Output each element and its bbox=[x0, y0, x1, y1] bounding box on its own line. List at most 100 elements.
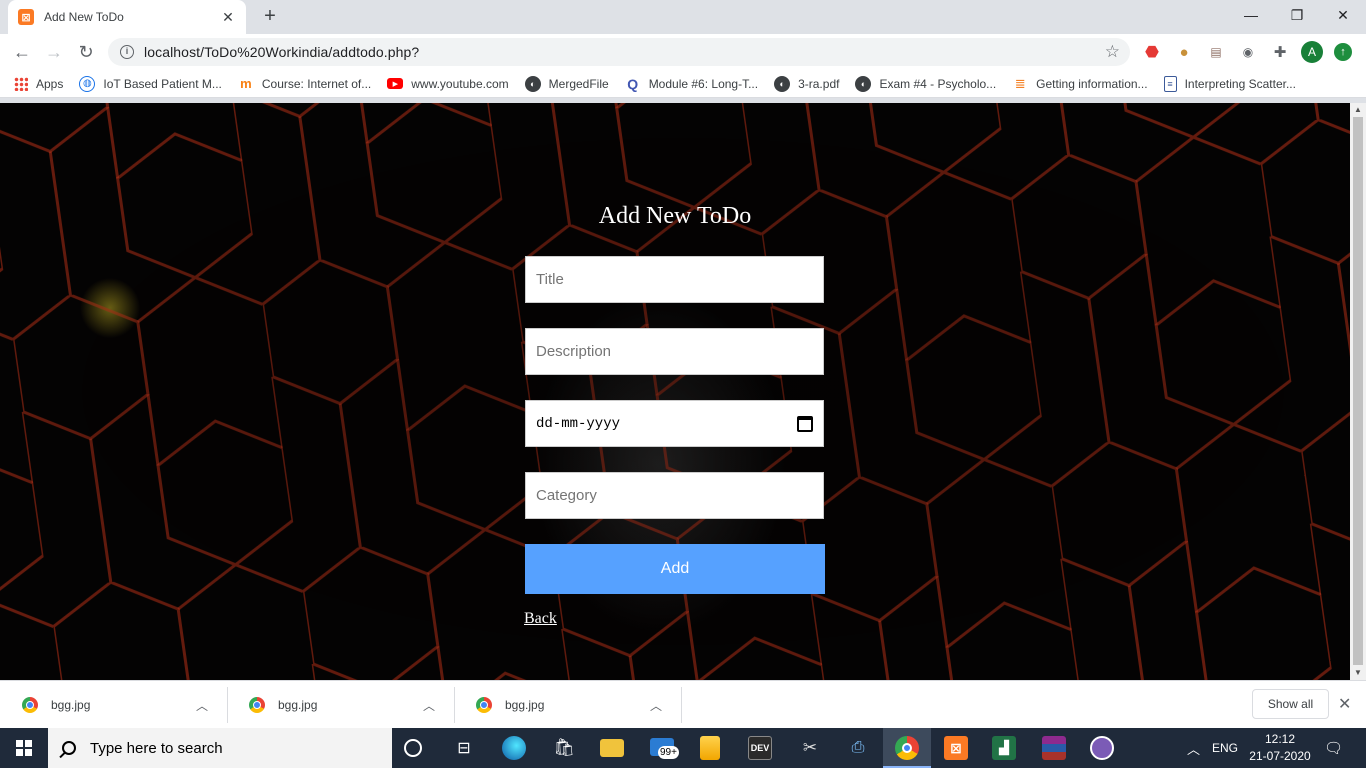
bookmark-iot[interactable]: ◍ IoT Based Patient M... bbox=[79, 75, 222, 92]
info-icon[interactable]: i bbox=[120, 45, 134, 59]
file-explorer-icon[interactable] bbox=[600, 739, 624, 757]
windows-taskbar: Type here to search ⊟ 🛍 99+ DEV ✂ ⎙ ⊠ ▟ … bbox=[0, 728, 1366, 768]
excel-chart-icon[interactable]: ▟ bbox=[992, 736, 1016, 760]
show-hidden-icons-icon[interactable]: ︿ bbox=[1187, 728, 1200, 768]
bookmark-getting-information[interactable]: ≣ Getting information... bbox=[1012, 75, 1148, 92]
restore-icon[interactable]: ❐ bbox=[1274, 0, 1320, 30]
chrome-center-icon bbox=[902, 743, 912, 753]
description-field[interactable] bbox=[525, 328, 824, 375]
github-desktop-icon[interactable] bbox=[1090, 736, 1114, 760]
taskbar-search-box[interactable]: Type here to search bbox=[48, 728, 392, 768]
bookmark-module6[interactable]: Q Module #6: Long-T... bbox=[625, 76, 758, 92]
scrollbar-thumb[interactable] bbox=[1353, 117, 1363, 665]
winrar-icon[interactable] bbox=[1042, 736, 1066, 760]
title-input[interactable] bbox=[536, 271, 813, 288]
download-item[interactable]: bgg.jpg ︿ bbox=[229, 687, 455, 723]
calendar-icon[interactable] bbox=[797, 415, 813, 432]
chevron-up-icon[interactable]: ︿ bbox=[189, 697, 215, 714]
profile-avatar[interactable]: A bbox=[1301, 41, 1323, 63]
store-icon[interactable]: 🛍 bbox=[552, 736, 576, 760]
bookmark-apps[interactable]: Apps bbox=[14, 76, 64, 91]
stackoverflow-icon: ≣ bbox=[1014, 75, 1026, 91]
chevron-up-icon[interactable]: ︿ bbox=[643, 697, 669, 714]
category-field[interactable] bbox=[525, 472, 824, 519]
bookmarks-bar: Apps ◍ IoT Based Patient M... m Course: … bbox=[0, 70, 1366, 98]
title-field[interactable] bbox=[525, 256, 824, 303]
back-arrow-icon[interactable]: ← bbox=[10, 40, 34, 64]
bookmark-label: MergedFile bbox=[548, 76, 609, 91]
category-input[interactable] bbox=[536, 487, 813, 504]
scroll-down-icon[interactable]: ▼ bbox=[1350, 666, 1366, 680]
bookmark-3ra[interactable]: ◐ 3-ra.pdf bbox=[774, 75, 840, 92]
notifications-icon[interactable]: 🗨 bbox=[1324, 728, 1343, 768]
globe-icon: ◐ bbox=[774, 75, 791, 92]
sticky-notes-icon[interactable] bbox=[700, 736, 720, 760]
date-input[interactable]: dd-mm-yyyy bbox=[536, 416, 797, 432]
chrome-icon[interactable] bbox=[895, 736, 919, 760]
mail-badge: 99+ bbox=[658, 746, 679, 759]
download-item[interactable]: bgg.jpg ︿ bbox=[2, 687, 228, 723]
tab-title: Add New ToDo bbox=[44, 10, 124, 24]
chrome-icon bbox=[22, 697, 38, 713]
youtube-icon: ▶ bbox=[387, 78, 404, 89]
bookmark-label: Exam #4 - Psycholo... bbox=[879, 76, 997, 91]
clock-date: 21-07-2020 bbox=[1249, 749, 1311, 763]
cortana-icon[interactable] bbox=[404, 739, 422, 757]
page-scrollbar[interactable]: ▲ ▼ bbox=[1350, 103, 1366, 680]
adblock-icon[interactable]: ⬣ bbox=[1142, 42, 1162, 62]
mail-icon[interactable]: 99+ bbox=[650, 738, 679, 759]
chrome-icon bbox=[476, 697, 492, 713]
bookmark-label: Getting information... bbox=[1036, 76, 1148, 91]
extension-jar-icon[interactable]: ▤ bbox=[1206, 42, 1226, 62]
update-arrow-icon[interactable]: ↑ bbox=[1334, 43, 1352, 61]
browser-toolbar: ← → ↻ i localhost/ToDo%20Workindia/addto… bbox=[0, 34, 1366, 70]
edge-icon[interactable] bbox=[502, 736, 526, 760]
download-item[interactable]: bgg.jpg ︿ bbox=[456, 687, 682, 723]
close-tab-icon[interactable]: ✕ bbox=[220, 9, 236, 26]
search-icon bbox=[62, 741, 76, 755]
show-all-button[interactable]: Show all bbox=[1252, 689, 1329, 719]
browser-tab[interactable]: ⊠ Add New ToDo ✕ bbox=[8, 0, 246, 34]
chrome-icon bbox=[249, 697, 265, 713]
bookmark-star-icon[interactable]: ☆ bbox=[1105, 42, 1120, 62]
bookmark-label: Apps bbox=[36, 76, 64, 91]
dev-c-icon[interactable]: DEV bbox=[748, 736, 772, 760]
scroll-up-icon[interactable]: ▲ bbox=[1350, 103, 1366, 117]
language-indicator[interactable]: ENG bbox=[1212, 728, 1238, 768]
bookmark-course[interactable]: m Course: Internet of... bbox=[238, 76, 371, 92]
date-field[interactable]: dd-mm-yyyy bbox=[525, 400, 824, 447]
task-view-icon[interactable]: ⊟ bbox=[452, 736, 476, 760]
puzzle-extensions-icon[interactable]: ✚ bbox=[1270, 42, 1290, 62]
clock-time: 12:12 bbox=[1264, 732, 1296, 746]
description-input[interactable] bbox=[536, 343, 813, 360]
close-downloads-icon[interactable]: ✕ bbox=[1338, 694, 1351, 714]
bookmark-exam4[interactable]: ◐ Exam #4 - Psycholo... bbox=[855, 75, 997, 92]
bookmark-label: 3-ra.pdf bbox=[798, 76, 840, 91]
back-link[interactable]: Back bbox=[524, 610, 557, 628]
globe-icon: ◍ bbox=[79, 75, 96, 92]
camera-icon[interactable]: ◉ bbox=[1238, 42, 1258, 62]
reload-icon[interactable]: ↻ bbox=[74, 40, 98, 64]
address-bar[interactable]: i localhost/ToDo%20Workindia/addtodo.php… bbox=[108, 38, 1130, 66]
downloads-bar: bgg.jpg ︿ bgg.jpg ︿ bgg.jpg ︿ Show all ✕ bbox=[0, 680, 1366, 728]
snipping-tool-icon[interactable]: ✂ bbox=[798, 736, 822, 760]
xampp-icon[interactable]: ⊠ bbox=[944, 736, 968, 760]
bookmark-mergedfile[interactable]: ◐ MergedFile bbox=[524, 75, 609, 92]
download-filename: bgg.jpg bbox=[51, 698, 91, 712]
cookie-icon[interactable]: ● bbox=[1174, 42, 1194, 62]
bookmark-interpreting-scatter[interactable]: ≡ Interpreting Scatter... bbox=[1163, 75, 1296, 92]
url-text[interactable]: localhost/ToDo%20Workindia/addtodo.php? bbox=[144, 44, 419, 60]
system-clock[interactable]: 12:12 21-07-2020 bbox=[1248, 731, 1312, 765]
start-button[interactable] bbox=[0, 728, 48, 768]
minimize-icon[interactable]: — bbox=[1228, 0, 1274, 30]
forward-arrow-icon[interactable]: → bbox=[42, 40, 66, 64]
chevron-up-icon[interactable]: ︿ bbox=[416, 697, 442, 714]
bookmark-youtube[interactable]: ▶ www.youtube.com bbox=[387, 77, 509, 91]
new-tab-icon[interactable]: + bbox=[258, 5, 282, 29]
globe-icon: ◐ bbox=[855, 75, 872, 92]
bookmark-label: Module #6: Long-T... bbox=[648, 76, 759, 91]
xampp-icon: ⊠ bbox=[18, 9, 34, 25]
add-button[interactable]: Add bbox=[525, 544, 825, 594]
close-window-icon[interactable]: ✕ bbox=[1320, 0, 1366, 30]
network-drive-icon[interactable]: ⎙ bbox=[846, 736, 870, 760]
